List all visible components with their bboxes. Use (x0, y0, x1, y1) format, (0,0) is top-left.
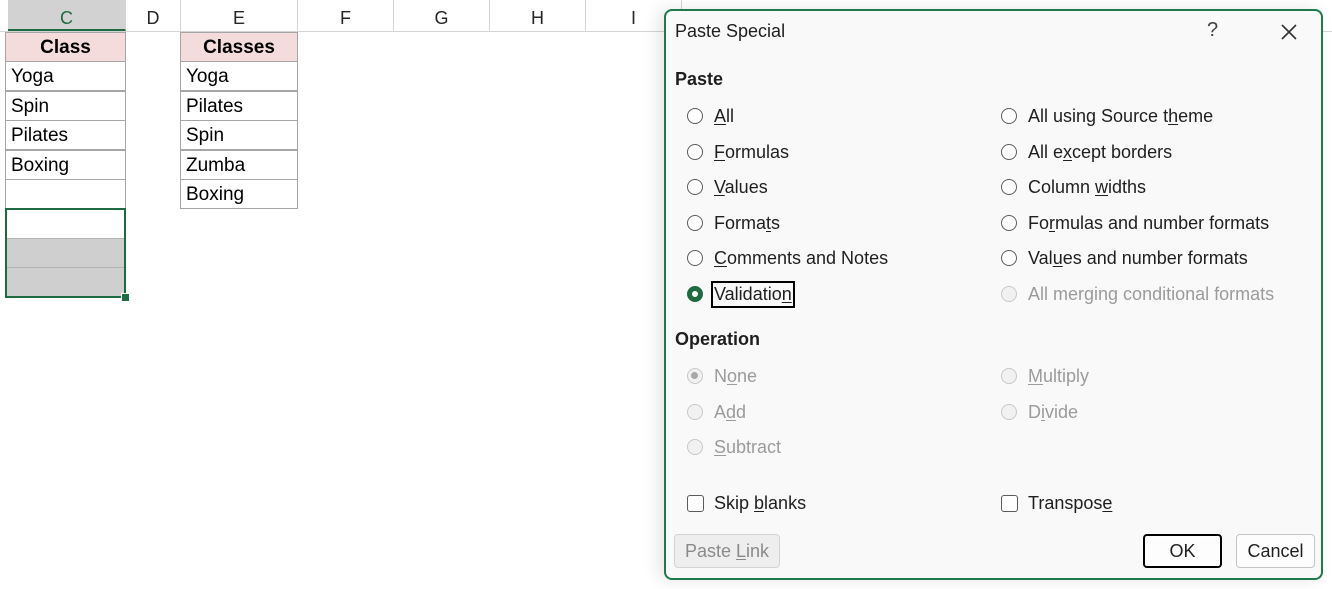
option-label: Formulas and number formats (1028, 212, 1270, 233)
class-cell-empty[interactable] (5, 179, 126, 209)
radio-indicator[interactable] (687, 215, 703, 231)
column-header-g[interactable]: G (394, 0, 490, 31)
class-cell[interactable]: Boxing (5, 150, 126, 180)
classes-cell[interactable]: Spin (180, 120, 298, 150)
option-label: None (714, 365, 758, 386)
radio-indicator[interactable] (687, 286, 703, 302)
radio-indicator[interactable] (1001, 250, 1017, 266)
column-header-h[interactable]: H (490, 0, 586, 31)
close-button[interactable] (1274, 17, 1304, 47)
column-header-c[interactable]: C (8, 0, 126, 31)
radio-indicator[interactable] (687, 108, 703, 124)
selected-cell[interactable] (5, 267, 126, 297)
paste-values-number-formats-option[interactable]: Values and number formats (1001, 245, 1248, 271)
class-header-cell[interactable]: Class (5, 32, 126, 62)
radio-indicator[interactable] (1001, 368, 1017, 384)
paste-values-option[interactable]: Values (687, 174, 768, 200)
class-cell[interactable]: Pilates (5, 120, 126, 150)
paste-formulas-option[interactable]: Formulas (687, 139, 789, 165)
column-header-d[interactable]: D (126, 0, 181, 31)
help-button[interactable]: ? (1207, 19, 1218, 42)
option-label: Add (714, 401, 747, 422)
option-label: Transpose (1028, 492, 1113, 513)
ok-button[interactable]: OK (1143, 534, 1222, 568)
radio-indicator[interactable] (1001, 144, 1017, 160)
option-label: Column widths (1028, 176, 1147, 197)
paste-formulas-number-formats-option[interactable]: Formulas and number formats (1001, 210, 1269, 236)
close-icon (1281, 24, 1297, 40)
class-cell[interactable]: Yoga (5, 61, 126, 91)
operation-multiply-option[interactable]: Multiply (1001, 363, 1089, 389)
option-label: All (714, 105, 735, 126)
cancel-button[interactable]: Cancel (1236, 534, 1315, 568)
radio-indicator[interactable] (687, 368, 703, 384)
column-header-f[interactable]: F (298, 0, 394, 31)
classes-cell[interactable]: Zumba (180, 150, 298, 180)
operation-divide-option[interactable]: Divide (1001, 399, 1078, 425)
radio-indicator[interactable] (687, 404, 703, 420)
operation-none-option[interactable]: None (687, 363, 757, 389)
paste-formats-option[interactable]: Formats (687, 210, 780, 236)
radio-indicator[interactable] (1001, 404, 1017, 420)
option-label: Skip blanks (714, 492, 807, 513)
classes-cell[interactable]: Boxing (180, 179, 298, 209)
radio-indicator[interactable] (687, 144, 703, 160)
radio-indicator[interactable] (1001, 215, 1017, 231)
paste-column-widths-option[interactable]: Column widths (1001, 174, 1146, 200)
option-label: All merging conditional formats (1028, 283, 1275, 304)
paste-special-dialog: Paste Special ? Paste All Formulas Value… (664, 9, 1323, 580)
radio-indicator[interactable] (687, 250, 703, 266)
option-label: Values and number formats (1028, 247, 1248, 268)
operation-subtract-option[interactable]: Subtract (687, 434, 781, 460)
paste-link-button[interactable]: Paste Link (674, 534, 780, 568)
paste-comments-notes-option[interactable]: Comments and Notes (687, 245, 888, 271)
radio-indicator[interactable] (1001, 179, 1017, 195)
column-header-e[interactable]: E (181, 0, 298, 31)
radio-indicator[interactable] (1001, 286, 1017, 302)
checkbox-indicator[interactable] (1001, 494, 1018, 512)
fill-handle[interactable] (121, 293, 130, 302)
transpose-checkbox[interactable]: Transpose (1001, 490, 1112, 516)
classes-cell[interactable]: Yoga (180, 61, 298, 91)
class-cell[interactable]: Spin (5, 91, 126, 121)
radio-indicator[interactable] (687, 179, 703, 195)
paste-validation-option[interactable]: Validation (687, 280, 795, 308)
operation-section-label: Operation (675, 329, 761, 349)
selected-cell[interactable] (5, 238, 126, 268)
option-label: Multiply (1028, 365, 1090, 386)
option-label: Values (714, 176, 768, 197)
option-label: All using Source theme (1028, 105, 1214, 126)
radio-indicator[interactable] (687, 439, 703, 455)
checkbox-indicator[interactable] (687, 494, 704, 512)
dialog-title: Paste Special (675, 21, 786, 41)
skip-blanks-checkbox[interactable]: Skip blanks (687, 490, 806, 516)
option-label: Formulas (714, 141, 790, 162)
option-label: Divide (1028, 401, 1079, 422)
paste-all-source-theme-option[interactable]: All using Source theme (1001, 103, 1213, 129)
radio-indicator[interactable] (1001, 108, 1017, 124)
classes-header-cell[interactable]: Classes (180, 32, 298, 62)
classes-cell[interactable]: Pilates (180, 91, 298, 121)
paste-section-label: Paste (675, 69, 724, 89)
selected-cell-active[interactable] (5, 209, 126, 239)
paste-all-except-borders-option[interactable]: All except borders (1001, 139, 1172, 165)
option-label: Subtract (714, 436, 782, 457)
paste-all-merging-conditional-formats-option[interactable]: All merging conditional formats (1001, 281, 1274, 307)
option-label: Formats (714, 212, 781, 233)
option-label: Comments and Notes (714, 247, 889, 268)
option-label: Validation (711, 280, 795, 308)
operation-add-option[interactable]: Add (687, 399, 746, 425)
paste-all-option[interactable]: All (687, 103, 734, 129)
option-label: All except borders (1028, 141, 1173, 162)
